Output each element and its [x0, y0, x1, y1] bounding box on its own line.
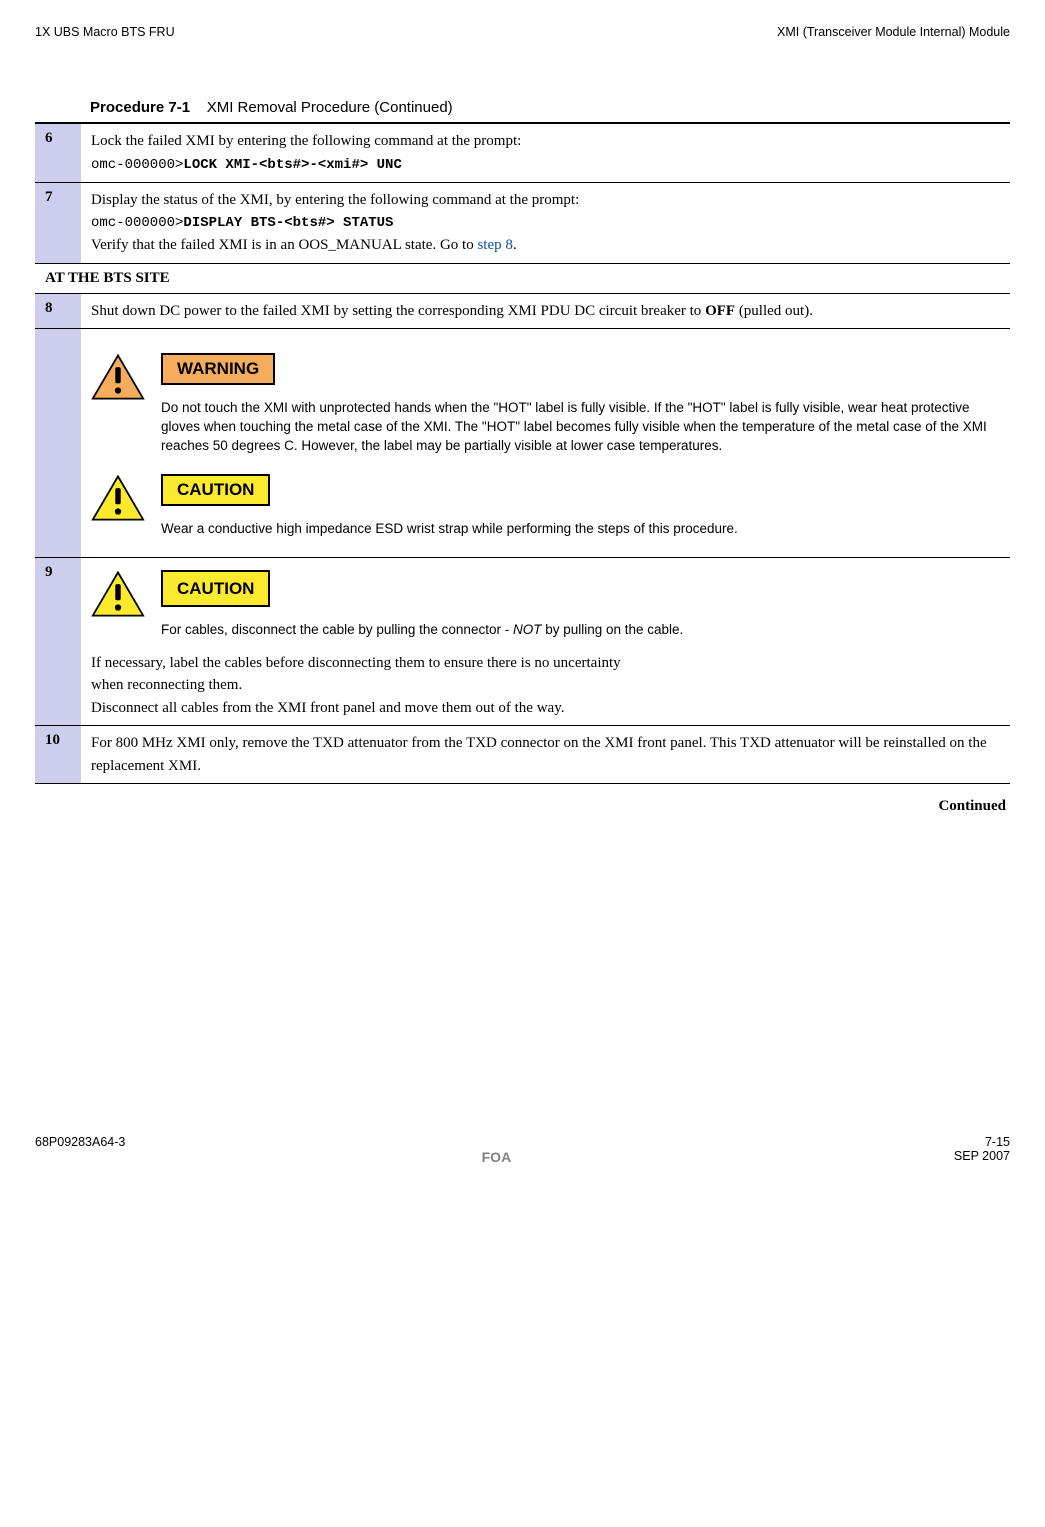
- footer-date: SEP 2007: [954, 1149, 1010, 1165]
- header-left: 1X UBS Macro BTS FRU: [35, 25, 175, 39]
- step-7-text: Display the status of the XMI, by enteri…: [91, 192, 579, 208]
- step-10-body: For 800 MHz XMI only, remove the TXD att…: [81, 726, 1010, 784]
- step-6-body: Lock the failed XMI by entering the foll…: [81, 123, 1010, 182]
- caution-triangle-icon-2: [91, 570, 147, 618]
- caution-2-emph-not: NOT: [513, 622, 542, 637]
- caution-block-2: CAUTION For cables, disconnect the cable…: [91, 570, 1000, 640]
- procedure-table: 6 Lock the failed XMI by entering the fo…: [35, 122, 1010, 784]
- step-7-verify-b: .: [513, 237, 517, 253]
- caution-text-2: For cables, disconnect the cable by pull…: [161, 621, 1000, 640]
- step-7-link-step8[interactable]: step 8: [477, 237, 512, 253]
- procedure-number: Procedure 7-1: [90, 99, 190, 116]
- step-8-text-a: Shut down DC power to the failed XMI by …: [91, 303, 705, 319]
- step-7-command: DISPLAY BTS-<bts#> STATUS: [183, 215, 393, 231]
- admon-cell: WARNING Do not touch the XMI with unprot…: [81, 329, 1010, 558]
- step-7-body: Display the status of the XMI, by enteri…: [81, 182, 1010, 263]
- step-9-number: 9: [35, 557, 81, 726]
- step-8-body: Shut down DC power to the failed XMI by …: [81, 293, 1010, 329]
- warning-label: WARNING: [161, 353, 275, 385]
- step-9-para2: Disconnect all cables from the XMI front…: [91, 697, 811, 720]
- caution-text-1: Wear a conductive high impedance ESD wri…: [161, 520, 1000, 539]
- procedure-title: XMI Removal Procedure (Continued): [207, 99, 453, 116]
- step-8-text-b: (pulled out).: [735, 303, 813, 319]
- step-7-number: 7: [35, 182, 81, 263]
- step-9-body: CAUTION For cables, disconnect the cable…: [81, 557, 1010, 726]
- footer-foa: FOA: [482, 1149, 512, 1165]
- caution-2-text-b: by pulling on the cable.: [541, 622, 683, 637]
- caution-2-text-a: For cables, disconnect the cable by pull…: [161, 622, 513, 637]
- warning-block: WARNING Do not touch the XMI with unprot…: [91, 353, 1000, 456]
- caution-block-1: CAUTION Wear a conductive high impedance…: [91, 474, 1000, 539]
- step-10-number: 10: [35, 726, 81, 784]
- footer-page: 7-15: [985, 1135, 1010, 1149]
- section-at-bts-site: AT THE BTS SITE: [35, 263, 1010, 293]
- step-6-text: Lock the failed XMI by entering the foll…: [91, 133, 521, 149]
- step-6-prompt: omc-000000>: [91, 157, 183, 173]
- page-footer: 68P09283A64-3 7-15 . FOA SEP 2007: [35, 1135, 1010, 1165]
- step-8-bold-off: OFF: [705, 303, 735, 319]
- caution-triangle-icon: [91, 474, 147, 522]
- continued-label: Continued: [35, 798, 1006, 815]
- warning-text: Do not touch the XMI with unprotected ha…: [161, 399, 1000, 456]
- header-right: XMI (Transceiver Module Internal) Module: [777, 25, 1010, 39]
- procedure-title-line: Procedure 7-1 XMI Removal Procedure (Con…: [90, 99, 1010, 116]
- step-8-number: 8: [35, 293, 81, 329]
- step-7-prompt: omc-000000>: [91, 215, 183, 231]
- page-header: 1X UBS Macro BTS FRU XMI (Transceiver Mo…: [35, 25, 1010, 39]
- warning-triangle-icon: [91, 353, 147, 401]
- admon-spacer: [35, 329, 81, 558]
- step-7-verify-a: Verify that the failed XMI is in an OOS_…: [91, 237, 477, 253]
- step-9-para1: If necessary, label the cables before di…: [91, 652, 651, 697]
- caution-label-2: CAUTION: [161, 570, 270, 608]
- step-6-number: 6: [35, 123, 81, 182]
- step-6-command: LOCK XMI-<bts#>-<xmi#> UNC: [183, 157, 401, 173]
- footer-docnum: 68P09283A64-3: [35, 1135, 125, 1149]
- caution-label-1: CAUTION: [161, 474, 270, 506]
